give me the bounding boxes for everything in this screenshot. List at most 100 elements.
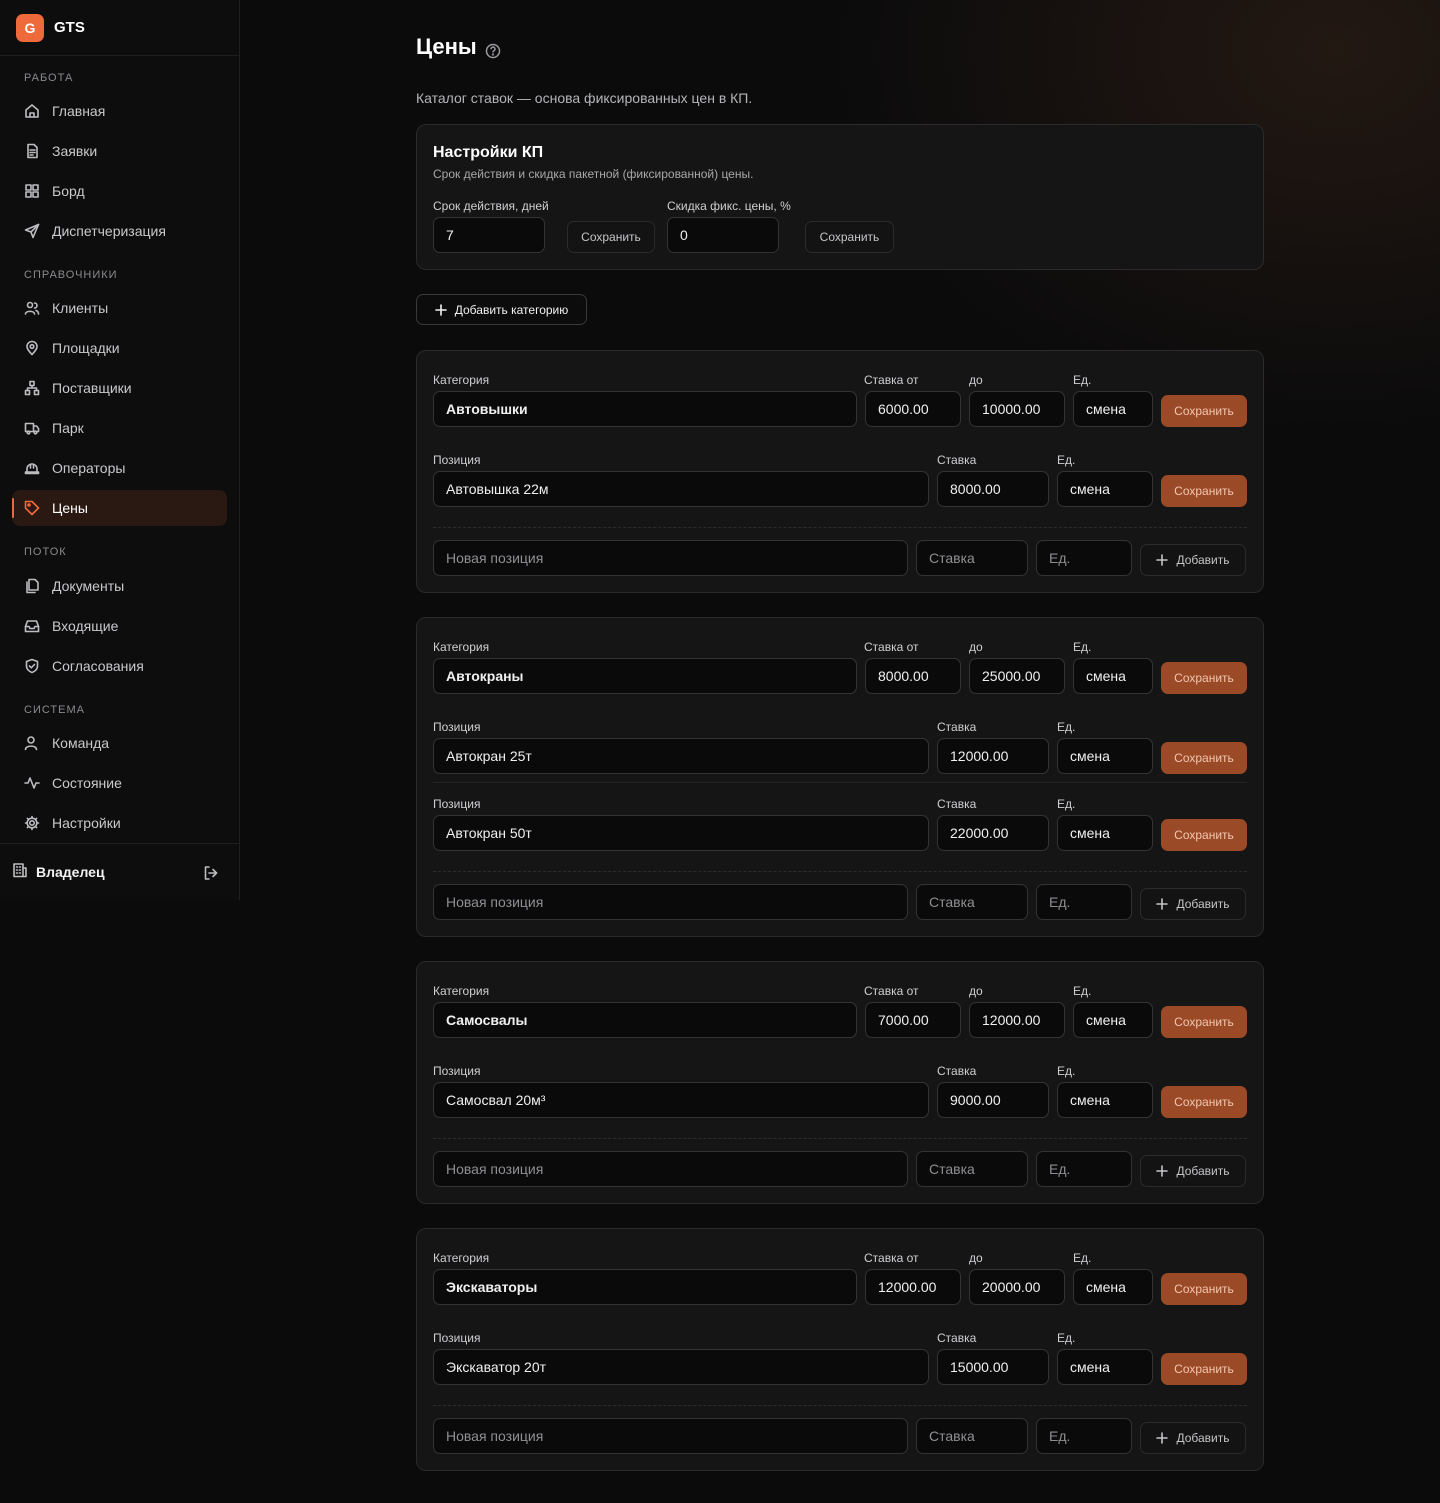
add-position-button[interactable]: Добавить [1140,888,1246,920]
unit-input[interactable]: смена [1073,391,1153,427]
category-save-button[interactable]: Сохранить [1161,662,1247,694]
rate-from-input[interactable]: 12000.00 [865,1269,961,1305]
position-unit-input[interactable]: смена [1057,1082,1153,1118]
category-name-input[interactable]: Самосвалы [433,1002,857,1038]
new-position-input[interactable]: Новая позиция [433,1151,908,1187]
rate-label: Ставка [937,453,977,467]
section-label-system: СИСТЕМА [24,704,85,716]
sidebar-item-suppliers[interactable]: Поставщики [12,370,227,406]
new-unit-input[interactable]: Ед. [1036,1151,1132,1187]
sidebar-item-prices[interactable]: Цены [12,490,227,526]
sidebar-footer: Владелец [0,843,240,900]
sidebar-item-requests[interactable]: Заявки [12,133,227,169]
position-save-button[interactable]: Сохранить [1161,742,1247,774]
position-name-input[interactable]: Самосвал 20м³ [433,1082,929,1118]
position-label: Позиция [433,720,481,734]
plus-icon [1156,898,1169,910]
new-rate-input[interactable]: Ставка [916,540,1028,576]
sidebar-item-approvals[interactable]: Согласования [12,648,227,684]
unit-label: Ед. [1057,1064,1076,1078]
new-rate-input[interactable]: Ставка [916,1151,1028,1187]
add-category-button[interactable]: Добавить категорию [416,294,587,325]
sidebar-item-fleet[interactable]: Парк [12,410,227,446]
sidebar-item-operators[interactable]: Операторы [12,450,227,486]
category-name-input[interactable]: Экскаваторы [433,1269,857,1305]
validity-label: Срок действия, дней [433,199,549,213]
position-save-button[interactable]: Сохранить [1161,475,1247,507]
new-unit-input[interactable]: Ед. [1036,1418,1132,1454]
category-save-button[interactable]: Сохранить [1161,1273,1247,1305]
add-category-label: Добавить категорию [454,302,569,317]
category-save-button[interactable]: Сохранить [1161,1006,1247,1038]
add-position-button[interactable]: Добавить [1140,544,1246,576]
position-name-input[interactable]: Автовышка 22м [433,471,929,507]
position-rate-input[interactable]: 12000.00 [937,738,1049,774]
position-save-button[interactable]: Сохранить [1161,1353,1247,1385]
sidebar-item-board[interactable]: Борд [12,173,227,209]
rate-to-input[interactable]: 12000.00 [969,1002,1065,1038]
rate-to-label: до [969,640,983,654]
position-unit-input[interactable]: смена [1057,471,1153,507]
sidebar-item-clients[interactable]: Клиенты [12,290,227,326]
file-icon [24,143,40,159]
position-unit-input[interactable]: смена [1057,1349,1153,1385]
position-save-button[interactable]: Сохранить [1161,1086,1247,1118]
rate-to-input[interactable]: 25000.00 [969,658,1065,694]
unit-label: Ед. [1057,797,1076,811]
sidebar-item-documents[interactable]: Документы [12,568,227,604]
validity-save-button[interactable]: Сохранить [567,221,655,253]
unit-label: Ед. [1057,453,1076,467]
discount-input[interactable]: 0 [667,217,779,253]
new-position-input[interactable]: Новая позиция [433,884,908,920]
position-save-button[interactable]: Сохранить [1161,819,1247,851]
sidebar-item-label: Операторы [52,460,126,476]
unit-input[interactable]: смена [1073,658,1153,694]
new-unit-input[interactable]: Ед. [1036,540,1132,576]
sidebar-item-settings[interactable]: Настройки [12,805,227,841]
unit-input[interactable]: смена [1073,1269,1153,1305]
sidebar-item-label: Клиенты [52,300,109,316]
new-rate-input[interactable]: Ставка [916,1418,1028,1454]
position-rate-input[interactable]: 9000.00 [937,1082,1049,1118]
new-position-input[interactable]: Новая позиция [433,540,908,576]
rate-to-label: до [969,373,983,387]
logout-icon[interactable] [202,864,220,882]
category-save-button[interactable]: Сохранить [1161,395,1247,427]
new-position-input[interactable]: Новая позиция [433,1418,908,1454]
sidebar-item-home[interactable]: Главная [12,93,227,129]
position-name-input[interactable]: Автокран 50т [433,815,929,851]
new-rate-input[interactable]: Ставка [916,884,1028,920]
rate-from-input[interactable]: 7000.00 [865,1002,961,1038]
rate-to-input[interactable]: 20000.00 [969,1269,1065,1305]
position-name-input[interactable]: Экскаватор 20т [433,1349,929,1385]
position-rate-input[interactable]: 8000.00 [937,471,1049,507]
sidebar-item-status[interactable]: Состояние [12,765,227,801]
category-name-input[interactable]: Автовышки [433,391,857,427]
unit-input[interactable]: смена [1073,1002,1153,1038]
sidebar-item-team[interactable]: Команда [12,725,227,761]
position-rate-input[interactable]: 15000.00 [937,1349,1049,1385]
sidebar-item-label: Команда [52,735,110,751]
rate-label: Ставка [937,1064,977,1078]
rate-from-input[interactable]: 6000.00 [865,391,961,427]
help-icon[interactable] [485,39,501,59]
sidebar-item-dispatch[interactable]: Диспетчеризация [12,213,227,249]
rate-to-input[interactable]: 10000.00 [969,391,1065,427]
position-unit-input[interactable]: смена [1057,738,1153,774]
position-name-input[interactable]: Автокран 25т [433,738,929,774]
user-name[interactable]: Владелец [36,864,105,880]
discount-save-button[interactable]: Сохранить [805,221,894,253]
row-divider [433,782,1247,783]
position-unit-input[interactable]: смена [1057,815,1153,851]
validity-input[interactable]: 7 [433,217,545,253]
new-unit-input[interactable]: Ед. [1036,884,1132,920]
position-rate-input[interactable]: 22000.00 [937,815,1049,851]
sidebar-item-sites[interactable]: Площадки [12,330,227,366]
add-position-button[interactable]: Добавить [1140,1155,1246,1187]
brand[interactable]: G GTS [0,0,239,56]
add-position-button[interactable]: Добавить [1140,1422,1246,1454]
rate-from-input[interactable]: 8000.00 [865,658,961,694]
rate-label: Ставка [937,797,977,811]
category-name-input[interactable]: Автокраны [433,658,857,694]
sidebar-item-inbox[interactable]: Входящие [12,608,227,644]
